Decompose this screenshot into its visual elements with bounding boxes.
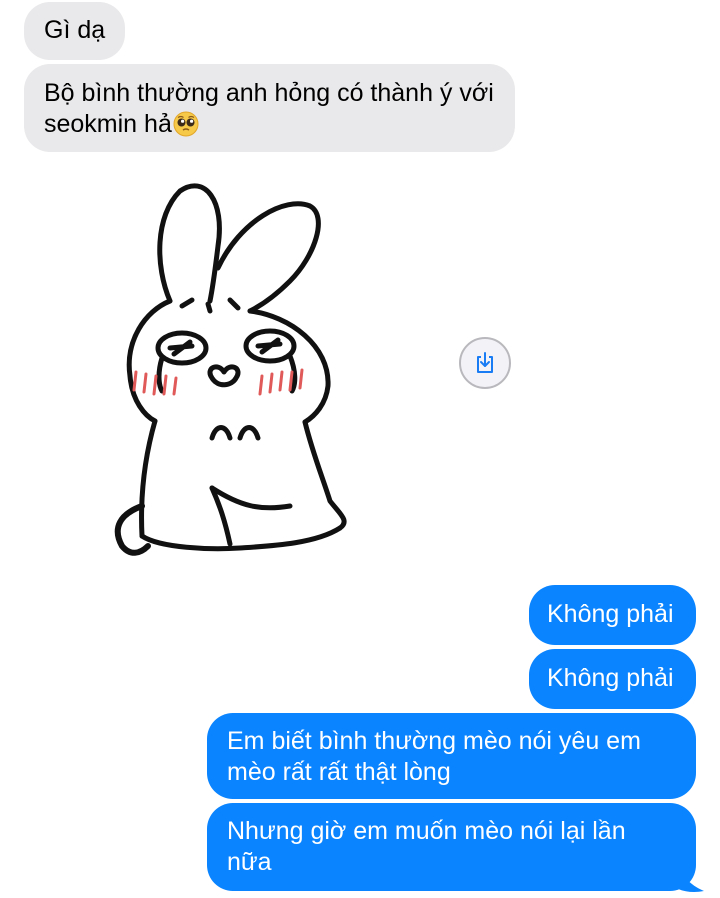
message-text: Không phải [547,664,674,692]
message-text: Nhưng giờ em muốn mèo nói lại lần nữa [227,817,626,876]
message-text: Em biết bình thường mèo nói yêu em mèo r… [227,727,641,786]
bunny-sticker[interactable] [100,176,362,566]
outgoing-message[interactable]: Không phải [529,649,696,709]
message-text: Bộ bình thường anh hỏng có thành ý với s… [44,79,494,138]
incoming-message[interactable]: Bộ bình thường anh hỏng có thành ý với s… [24,64,515,152]
outgoing-message[interactable]: Không phải [529,585,696,645]
bubble-tail [676,866,704,892]
incoming-message[interactable]: Gì dạ [24,2,126,60]
pleading-face-emoji [173,111,199,137]
square-arrow-down-icon [477,352,493,373]
crying-bunny-sticker-image [114,183,347,556]
outgoing-message[interactable]: Em biết bình thường mèo nói yêu em mèo r… [207,713,696,799]
save-sticker-button[interactable] [459,337,511,389]
message-text: Gì dạ [44,16,106,44]
message-text: Không phải [547,600,674,628]
outgoing-message[interactable]: Nhưng giờ em muốn mèo nói lại lần nữa [207,803,696,891]
